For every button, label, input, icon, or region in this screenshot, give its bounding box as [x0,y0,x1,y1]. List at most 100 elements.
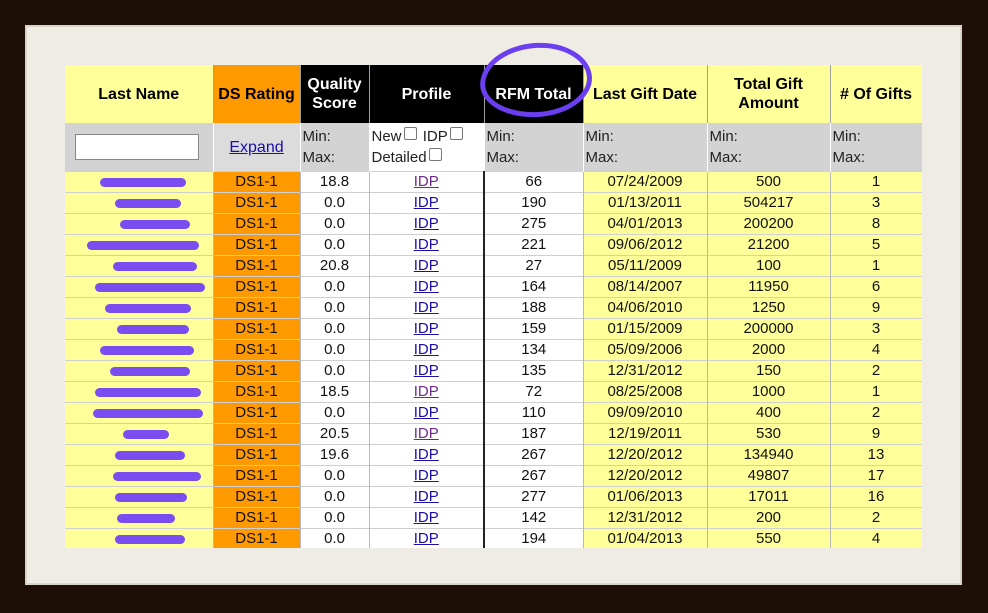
rfm-min-label[interactable]: Min: [487,128,515,145]
idp-link[interactable]: IDP [414,404,439,421]
idp-link[interactable]: IDP [414,320,439,337]
expand-link[interactable]: Expand [229,139,283,156]
last-gift-date-cell: 01/06/2013 [583,486,708,508]
table-row: DS1-1 0.0 IDP 110 09/09/2010 400 2 [65,402,922,424]
rfm-total-cell: 187 [483,423,584,445]
redaction-mark [113,472,201,481]
num-gifts-cell: 9 [830,297,922,319]
idp-link[interactable]: IDP [414,194,439,211]
idp-link[interactable]: IDP [414,509,439,526]
date-max-label[interactable]: Max: [586,149,619,166]
idp-link[interactable]: IDP [414,341,439,358]
idp-link[interactable]: IDP [414,446,439,463]
idp-link[interactable]: IDP [414,173,439,190]
ds-rating-cell: DS1-1 [213,402,301,424]
quality-score-cell: 20.5 [300,423,370,445]
idp-link[interactable]: IDP [414,278,439,295]
redaction-mark [115,451,185,460]
last-gift-date-cell: 05/09/2006 [583,339,708,361]
idp-link[interactable]: IDP [414,425,439,442]
table-row: DS1-1 18.8 IDP 66 07/24/2009 500 1 [65,171,922,193]
idp-link[interactable]: IDP [414,467,439,484]
rfm-total-cell: 267 [483,444,584,466]
col-header-quality-score[interactable]: Quality Score [300,65,370,123]
last-gift-date-cell: 07/24/2009 [583,171,708,193]
profile-cell: IDP [369,423,485,445]
redaction-mark [113,262,197,271]
new-filter-checkbox[interactable] [403,127,417,140]
col-header-ds-rating[interactable]: DS Rating [213,65,301,123]
table-row: DS1-1 0.0 IDP 277 01/06/2013 17011 16 [65,486,922,508]
total-gift-amount-cell: 550 [707,528,831,548]
rfm-total-cell: 66 [483,171,584,193]
total-gift-amount-cell: 21200 [707,234,831,256]
num-gifts-cell: 2 [830,507,922,529]
table-row: DS1-1 0.0 IDP 194 01/04/2013 550 4 [65,528,922,548]
name-cell [65,339,214,361]
quality-max-label[interactable]: Max: [303,149,336,166]
rfm-total-cell: 277 [483,486,584,508]
idp-filter-checkbox[interactable] [449,127,463,140]
col-header-profile[interactable]: Profile [369,65,485,123]
date-min-label[interactable]: Min: [586,128,614,145]
amount-max-label[interactable]: Max: [710,149,743,166]
profile-cell: IDP [369,339,485,361]
name-cell [65,276,214,298]
detailed-filter-checkbox[interactable] [428,148,442,161]
table-row: DS1-1 0.0 IDP 159 01/15/2009 200000 3 [65,318,922,340]
last-gift-date-cell: 09/09/2010 [583,402,708,424]
total-gift-amount-cell: 530 [707,423,831,445]
rfm-total-cell: 159 [483,318,584,340]
amount-min-label[interactable]: Min: [710,128,738,145]
last-name-filter-input[interactable] [75,134,199,160]
table-row: DS1-1 0.0 IDP 267 12/20/2012 49807 17 [65,465,922,487]
name-cell [65,171,214,193]
idp-link[interactable]: IDP [414,236,439,253]
redaction-mark [117,325,189,334]
idp-link[interactable]: IDP [414,488,439,505]
gifts-max-label[interactable]: Max: [833,149,866,166]
profile-cell: IDP [369,444,485,466]
num-gifts-cell: 8 [830,213,922,235]
profile-cell: IDP [369,192,485,214]
profile-cell: IDP [369,402,485,424]
quality-score-cell: 18.8 [300,171,370,193]
num-gifts-cell: 17 [830,465,922,487]
last-name-filter-cell [65,123,214,172]
total-gift-amount-cell: 17011 [707,486,831,508]
ds-rating-cell: DS1-1 [213,423,301,445]
last-gift-date-cell: 12/19/2011 [583,423,708,445]
idp-link[interactable]: IDP [414,383,439,400]
gifts-min-label[interactable]: Min: [833,128,861,145]
col-header-total-gift-amount[interactable]: Total Gift Amount [707,65,831,123]
table-row: DS1-1 20.8 IDP 27 05/11/2009 100 1 [65,255,922,277]
col-header-last-name[interactable]: Last Name [65,65,214,123]
col-header-num-gifts[interactable]: # Of Gifts [830,65,922,123]
name-cell [65,528,214,548]
quality-score-cell: 0.0 [300,297,370,319]
last-gift-date-cell: 12/31/2012 [583,507,708,529]
rfm-max-label[interactable]: Max: [487,149,520,166]
idp-link[interactable]: IDP [414,257,439,274]
table-body: DS1-1 18.8 IDP 66 07/24/2009 500 1 DS1-1 0.0 IDP 1… [65,171,922,548]
last-gift-date-cell: 08/14/2007 [583,276,708,298]
quality-score-cell: 0.0 [300,213,370,235]
num-gifts-cell: 4 [830,339,922,361]
quality-min-label[interactable]: Min: [303,128,331,145]
ds-rating-cell: DS1-1 [213,339,301,361]
col-header-last-gift-date[interactable]: Last Gift Date [583,65,708,123]
rfm-total-cell: 275 [483,213,584,235]
ds-rating-cell: DS1-1 [213,528,301,548]
idp-link[interactable]: IDP [414,215,439,232]
total-gift-amount-cell: 400 [707,402,831,424]
profile-cell: IDP [369,528,485,548]
idp-link[interactable]: IDP [414,530,439,547]
rfm-total-cell: 134 [483,339,584,361]
idp-link[interactable]: IDP [414,299,439,316]
idp-link[interactable]: IDP [414,362,439,379]
profile-cell: IDP [369,297,485,319]
table-row: DS1-1 0.0 IDP 190 01/13/2011 504217 3 [65,192,922,214]
last-gift-date-cell: 12/20/2012 [583,444,708,466]
redaction-mark [100,178,186,187]
gifts-filter-cell: Min: Max: [830,123,922,172]
